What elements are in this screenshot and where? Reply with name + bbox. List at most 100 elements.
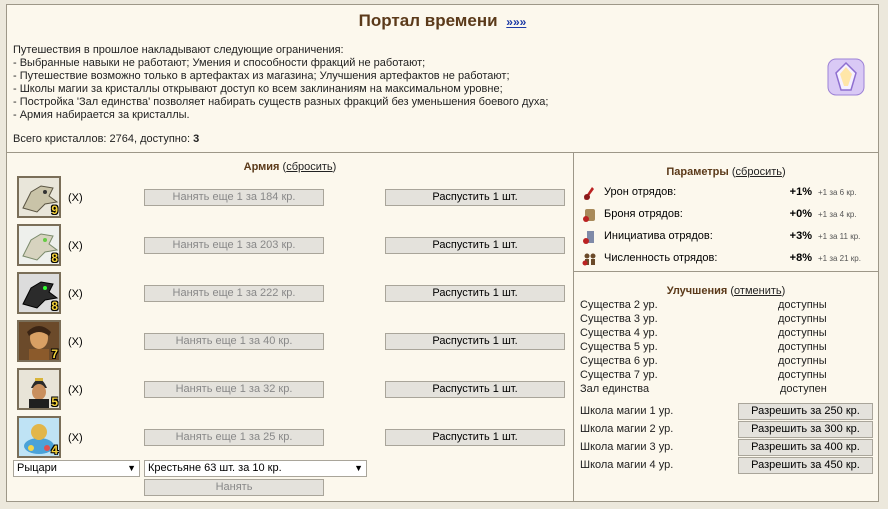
hire-button[interactable]: Нанять <box>144 479 324 496</box>
upgrade-row: Существа 3 ур. доступны <box>580 313 872 327</box>
dismiss-button[interactable]: Распустить 1 шт. <box>385 237 565 254</box>
upgrade-name: Существа 5 ур. <box>580 341 658 353</box>
army-row: 8 (X) Нанять еще 1 за 222 кр. Распустить… <box>17 272 567 316</box>
army-section: Армия (сбросить) 9 (X) Нанять еще 1 за 1… <box>7 153 574 501</box>
rules-text: Путешествия в прошлое накладывают следую… <box>13 44 548 122</box>
param-cost: +1 за 4 кр. <box>818 210 857 219</box>
school-row: Школа магии 4 ур. Разрешить за 450 кр. <box>580 457 873 475</box>
title-text: Портал времени <box>358 11 498 30</box>
remove-unit-link[interactable]: (X) <box>68 336 83 348</box>
army-reset-link[interactable]: сбросить <box>286 161 332 173</box>
upgrades-title: Улучшения (отменить) <box>574 285 878 297</box>
params-reset-link[interactable]: сбросить <box>736 166 782 178</box>
params-title: Параметры (сбросить) <box>574 166 878 178</box>
damage-icon[interactable] <box>582 185 598 201</box>
upgrade-name: Зал единства <box>580 383 650 395</box>
param-row: Броня отрядов: +0% +1 за 4 кр. <box>582 206 872 224</box>
chevron-down-icon: ▼ <box>354 463 363 473</box>
unit-level: 7 <box>51 347 58 361</box>
faction-select[interactable]: Рыцари ▼ <box>13 460 140 477</box>
army-row: 7 (X) Нанять еще 1 за 40 кр. Распустить … <box>17 320 567 364</box>
upgrade-status: доступны <box>778 355 827 367</box>
headcount-icon[interactable] <box>582 251 598 267</box>
army-row: 8 (X) Нанять еще 1 за 203 кр. Распустить… <box>17 224 567 268</box>
crystal-count: Всего кристаллов: 2764, доступно: 3 <box>13 133 199 145</box>
hire-more-button[interactable]: Нанять еще 1 за 25 кр. <box>144 429 324 446</box>
upgrade-status: доступны <box>778 341 827 353</box>
unit-portrait[interactable]: 4 <box>17 416 61 458</box>
upgrade-status: доступны <box>778 369 827 381</box>
upgrades-title-text: Улучшения <box>666 285 728 297</box>
dismiss-button[interactable]: Распустить 1 шт. <box>385 333 565 350</box>
armor-icon[interactable] <box>582 207 598 223</box>
param-label: Инициатива отрядов: <box>604 230 713 242</box>
hire-more-button[interactable]: Нанять еще 1 за 184 кр. <box>144 189 324 206</box>
remove-unit-link[interactable]: (X) <box>68 432 83 444</box>
portal-header: Портал времени »»» Путешествия в прошлое… <box>7 5 878 153</box>
remove-unit-link[interactable]: (X) <box>68 384 83 396</box>
portal-panel: Портал времени »»» Путешествия в прошлое… <box>6 4 879 502</box>
dismiss-button[interactable]: Распустить 1 шт. <box>385 189 565 206</box>
rules-intro: Путешествия в прошлое накладывают следую… <box>13 44 344 56</box>
unit-level: 8 <box>51 251 58 265</box>
allow-school-button[interactable]: Разрешить за 400 кр. <box>738 439 873 456</box>
param-cost: +1 за 21 кр. <box>818 254 861 263</box>
unit-level: 5 <box>51 395 58 409</box>
more-link[interactable]: »»» <box>506 15 526 29</box>
unit-portrait[interactable]: 8 <box>17 224 61 266</box>
upgrade-name: Существа 6 ур. <box>580 355 658 367</box>
hire-more-button[interactable]: Нанять еще 1 за 32 кр. <box>144 381 324 398</box>
unit-portrait[interactable]: 5 <box>17 368 61 410</box>
hire-more-button[interactable]: Нанять еще 1 за 222 кр. <box>144 285 324 302</box>
hire-more-button[interactable]: Нанять еще 1 за 40 кр. <box>144 333 324 350</box>
army-title: Армия (сбросить) <box>7 161 573 173</box>
params-title-text: Параметры <box>666 166 729 178</box>
upgrades-cancel-link[interactable]: отменить <box>734 285 782 297</box>
param-cost: +1 за 11 кр. <box>818 232 861 241</box>
unit-level: 4 <box>51 443 58 457</box>
dismiss-button[interactable]: Распустить 1 шт. <box>385 285 565 302</box>
school-row: Школа магии 2 ур. Разрешить за 300 кр. <box>580 421 873 439</box>
param-cost: +1 за 6 кр. <box>818 188 857 197</box>
crystal-label: Всего кристаллов: 2764, доступно: <box>13 133 191 145</box>
crystal-available: 3 <box>193 133 200 145</box>
upgrade-row: Зал единства доступен <box>580 383 872 397</box>
param-label: Урон отрядов: <box>604 186 677 198</box>
param-value: +3% <box>789 230 812 242</box>
rule-item: - Армия набирается за кристаллы. <box>13 109 190 121</box>
army-row: 4 (X) Нанять еще 1 за 25 кр. Распустить … <box>17 416 567 460</box>
dismiss-button[interactable]: Распустить 1 шт. <box>385 381 565 398</box>
school-name: Школа магии 2 ур. <box>580 423 674 435</box>
rule-item: - Выбранные навыки не работают; Умения и… <box>13 57 426 69</box>
param-row: Урон отрядов: +1% +1 за 6 кр. <box>582 184 872 202</box>
param-value: +1% <box>789 186 812 198</box>
chevron-down-icon: ▼ <box>127 463 136 473</box>
initiative-icon[interactable] <box>582 229 598 245</box>
upgrade-row: Существа 4 ур. доступны <box>580 327 872 341</box>
upgrades-section: Улучшения (отменить) Существа 2 ур. досту… <box>574 280 878 501</box>
page-title: Портал времени »»» <box>7 11 878 31</box>
school-row: Школа магии 1 ур. Разрешить за 250 кр. <box>580 403 873 421</box>
school-row: Школа магии 3 ур. Разрешить за 400 кр. <box>580 439 873 457</box>
unit-portrait[interactable]: 7 <box>17 320 61 362</box>
params-reset: (сбросить) <box>731 166 786 178</box>
allow-school-button[interactable]: Разрешить за 300 кр. <box>738 421 873 438</box>
unit-select[interactable]: Крестьяне 63 шт. за 10 кр. ▼ <box>144 460 367 477</box>
remove-unit-link[interactable]: (X) <box>68 240 83 252</box>
upgrade-status: доступны <box>778 327 827 339</box>
unit-portrait[interactable]: 8 <box>17 272 61 314</box>
upgrade-name: Существа 2 ур. <box>580 299 658 311</box>
dismiss-button[interactable]: Распустить 1 шт. <box>385 429 565 446</box>
allow-school-button[interactable]: Разрешить за 250 кр. <box>738 403 873 420</box>
hire-more-button[interactable]: Нанять еще 1 за 203 кр. <box>144 237 324 254</box>
param-label: Численность отрядов: <box>604 252 718 264</box>
upgrade-status: доступны <box>778 313 827 325</box>
school-name: Школа магии 1 ур. <box>580 405 674 417</box>
allow-school-button[interactable]: Разрешить за 450 кр. <box>738 457 873 474</box>
param-value: +0% <box>789 208 812 220</box>
remove-unit-link[interactable]: (X) <box>68 288 83 300</box>
faction-select-value: Рыцари <box>17 462 57 474</box>
school-name: Школа магии 4 ур. <box>580 459 674 471</box>
remove-unit-link[interactable]: (X) <box>68 192 83 204</box>
unit-portrait[interactable]: 9 <box>17 176 61 218</box>
